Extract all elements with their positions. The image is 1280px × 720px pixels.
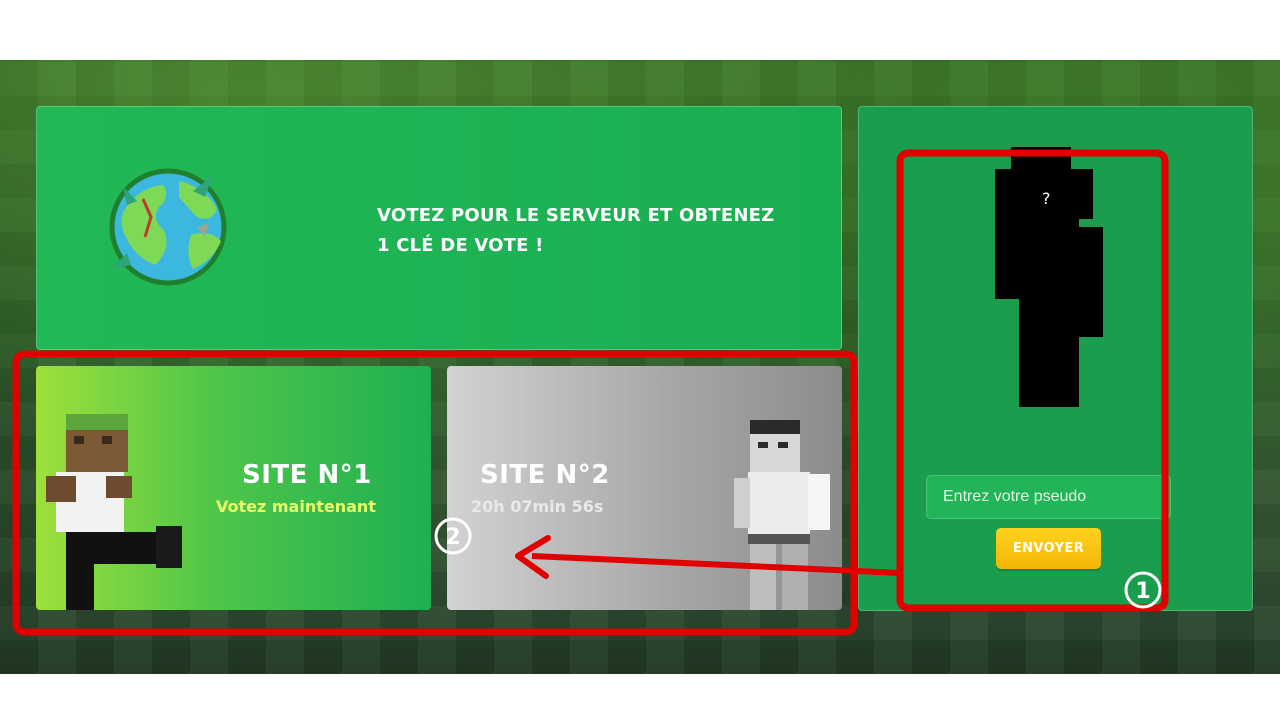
site-2-countdown: 20h 07min 56s [471, 497, 604, 516]
banner-title-line2: 1 CLÉ DE VOTE ! [377, 235, 544, 256]
player-skin-silhouette [995, 147, 1103, 407]
banner-title: VOTEZ POUR LE SERVEUR ET OBTENEZ 1 CLÉ D… [377, 201, 827, 261]
send-button[interactable]: ENVOYER [996, 528, 1101, 569]
banner-title-line1: VOTEZ POUR LE SERVEUR ET OBTENEZ [377, 205, 775, 226]
site-1-title: SITE N°1 [242, 460, 372, 490]
vote-site-2-card[interactable]: SITE N°2 20h 07min 56s [447, 366, 842, 610]
player-panel: ? ENVOYER [858, 106, 1253, 611]
site-1-vote-now[interactable]: Votez maintenant [216, 497, 376, 516]
minecraft-character-kicking [46, 414, 182, 610]
step-2-label: 2 [445, 525, 460, 550]
vote-site-1-card[interactable]: SITE N°1 Votez maintenant [36, 366, 431, 610]
globe-icon [109, 168, 227, 286]
minecraft-character-standing [734, 420, 830, 610]
vote-banner: VOTEZ POUR LE SERVEUR ET OBTENEZ 1 CLÉ D… [36, 106, 842, 350]
unknown-player-mark: ? [1042, 189, 1051, 208]
site-2-title: SITE N°2 [480, 460, 610, 490]
step-1-label: 1 [1135, 579, 1150, 604]
pseudo-input[interactable] [926, 475, 1171, 519]
